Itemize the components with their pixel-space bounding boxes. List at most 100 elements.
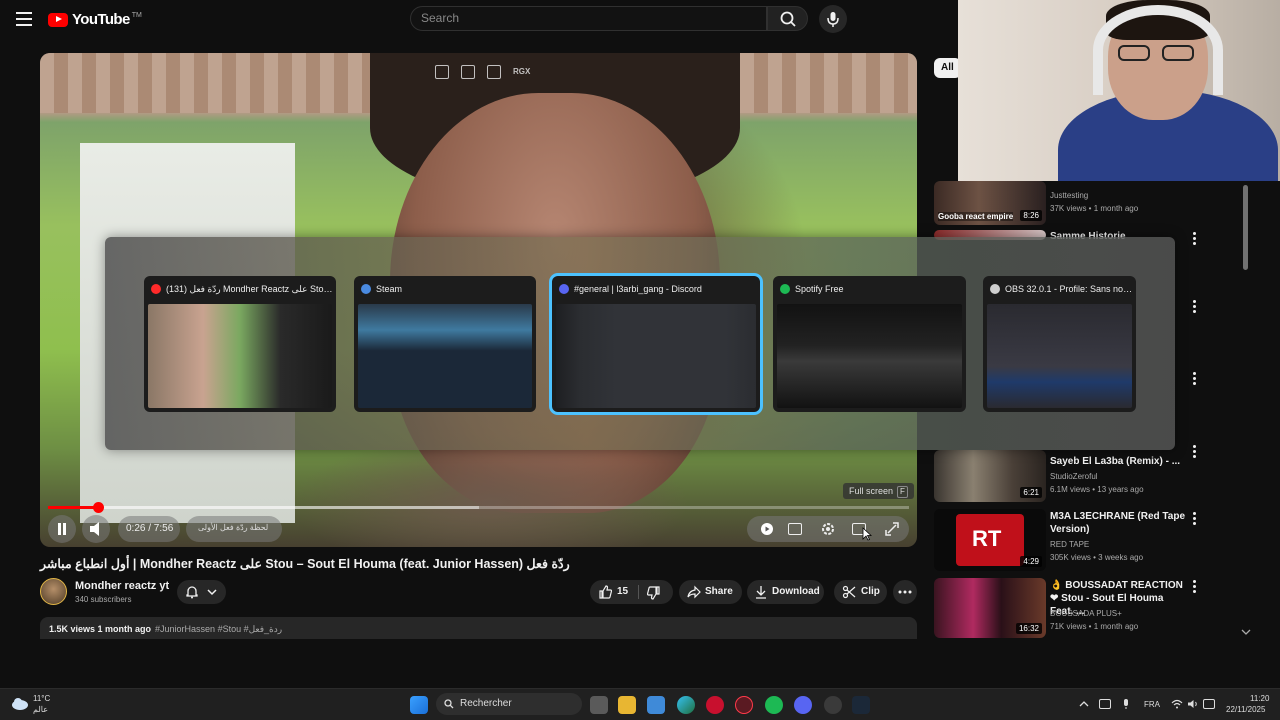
sync-icon[interactable] bbox=[1099, 699, 1111, 709]
recommendation-channel[interactable]: StudioZeroful bbox=[1050, 472, 1098, 481]
fullscreen-shortcut-key: F bbox=[897, 486, 908, 498]
video-duration: 16:32 bbox=[1015, 623, 1042, 634]
obs-icon[interactable] bbox=[824, 696, 842, 714]
volume-button[interactable] bbox=[82, 515, 110, 543]
rgx-label[interactable]: RGX bbox=[513, 65, 530, 79]
like-icon[interactable] bbox=[598, 585, 612, 599]
more-options-icon[interactable] bbox=[1193, 445, 1197, 458]
more-options-icon[interactable] bbox=[1193, 512, 1197, 525]
fullscreen-icon[interactable] bbox=[884, 521, 900, 537]
task-switcher: (131) ردّة فعل Mondher Reactz على Stou –… bbox=[105, 237, 1175, 450]
recommendation-meta: 6.1M views • 13 years ago bbox=[1050, 485, 1144, 494]
sidebar-scrollbar[interactable] bbox=[1243, 185, 1248, 270]
dislike-icon[interactable] bbox=[647, 586, 661, 600]
taskbar-search-label: Rechercher bbox=[460, 698, 512, 709]
chapter-title: لحظة ردّة فعل الأولى bbox=[198, 523, 269, 532]
download-label: Download bbox=[772, 586, 820, 597]
window-card-youtube[interactable]: (131) ردّة فعل Mondher Reactz على Stou –… bbox=[144, 276, 336, 412]
hamburger-menu-icon[interactable] bbox=[16, 12, 32, 26]
edge-browser-icon[interactable] bbox=[677, 696, 695, 714]
volume-icon[interactable] bbox=[1187, 699, 1199, 709]
steam-icon[interactable] bbox=[852, 696, 870, 714]
recommendation-thumbnail[interactable]: 16:32 bbox=[934, 578, 1046, 638]
more-actions-button[interactable] bbox=[893, 580, 917, 604]
clip-button[interactable]: Clip bbox=[834, 580, 887, 604]
recommendation-channel[interactable]: BOUSSADA PLUS+ bbox=[1050, 609, 1122, 618]
video-duration: 6:21 bbox=[1020, 487, 1042, 498]
recommendation-channel[interactable]: RED TAPE bbox=[1050, 540, 1089, 549]
search-icon bbox=[780, 11, 796, 27]
youtube-logo[interactable]: YouTube TM bbox=[48, 11, 142, 28]
subscriber-count: 340 subscribers bbox=[75, 595, 132, 604]
more-options-icon[interactable] bbox=[1193, 300, 1197, 313]
opera-browser-icon[interactable] bbox=[735, 696, 753, 714]
scroll-down-icon[interactable] bbox=[1241, 628, 1251, 636]
weather-cloud-icon[interactable] bbox=[10, 695, 30, 711]
video-title: أول انطباع مباشر | Mondher Reactz على St… bbox=[40, 557, 570, 571]
popout-icon[interactable] bbox=[435, 65, 449, 79]
export-icon[interactable] bbox=[461, 65, 475, 79]
recommendation-title[interactable]: Sayeb El La3ba (Remix) - ... bbox=[1050, 455, 1185, 468]
video-duration: 4:29 bbox=[1020, 556, 1042, 567]
recommendation-channel[interactable]: Justtesting bbox=[1050, 191, 1088, 200]
window-card-discord[interactable]: #general | l3arbi_gang - Discord bbox=[552, 276, 760, 412]
settings-gear-icon[interactable] bbox=[820, 521, 836, 537]
download-icon bbox=[756, 586, 766, 599]
clip-label: Clip bbox=[861, 586, 880, 597]
language-indicator[interactable]: FRA bbox=[1144, 700, 1160, 709]
search-button[interactable] bbox=[767, 6, 808, 31]
thumbnail-caption: Gooba react empire bbox=[938, 212, 1014, 221]
more-options-icon[interactable] bbox=[1193, 580, 1197, 593]
task-view-icon[interactable] bbox=[590, 696, 608, 714]
logo-text: YouTube bbox=[72, 11, 130, 28]
skip-icon[interactable] bbox=[487, 65, 501, 79]
microphone-icon bbox=[827, 12, 839, 27]
description-box[interactable]: 1.5K views 1 month ago #JuniorHassen #Sto… bbox=[40, 617, 917, 639]
voice-search-button[interactable] bbox=[819, 5, 847, 33]
more-options-icon[interactable] bbox=[1193, 372, 1197, 385]
taskbar-search[interactable]: Rechercher bbox=[436, 693, 582, 715]
filter-chip-all[interactable]: All bbox=[934, 58, 961, 78]
captions-icon[interactable] bbox=[788, 523, 802, 535]
notifications-button[interactable] bbox=[177, 580, 226, 604]
youtube-play-icon bbox=[48, 12, 68, 27]
progress-scrubber[interactable] bbox=[92, 502, 104, 513]
more-options-icon[interactable] bbox=[1193, 232, 1197, 245]
microsoft-store-icon[interactable] bbox=[647, 696, 665, 714]
spotify-icon[interactable] bbox=[765, 696, 783, 714]
channel-name[interactable]: Mondher reactz yt bbox=[75, 580, 169, 592]
hashtags[interactable]: #JuniorHassen #Stou #ردة_فعل bbox=[155, 624, 282, 634]
recommendation-title[interactable]: M3A L3ECHRANE (Red Tape Version) bbox=[1050, 510, 1185, 536]
clock-time[interactable]: 11:20 bbox=[1250, 694, 1269, 703]
recommendation-thumbnail[interactable]: 6:21 bbox=[934, 450, 1046, 502]
search-input[interactable]: Search bbox=[410, 6, 767, 31]
discord-icon[interactable] bbox=[794, 696, 812, 714]
download-button[interactable]: Download bbox=[747, 580, 824, 604]
window-card-steam[interactable]: Steam bbox=[354, 276, 536, 412]
recommendation-meta: 71K views • 1 month ago bbox=[1050, 622, 1139, 631]
weather-temperature[interactable]: 11°C bbox=[33, 694, 50, 703]
wifi-icon[interactable] bbox=[1171, 699, 1183, 709]
webcam-person bbox=[1018, 0, 1278, 181]
window-card-obs[interactable]: OBS 32.0.1 - Profile: Sans nom -... bbox=[983, 276, 1136, 412]
window-card-spotify[interactable]: Spotify Free bbox=[773, 276, 966, 412]
battery-icon[interactable] bbox=[1203, 699, 1215, 709]
window-thumbnail bbox=[556, 304, 756, 408]
recommendation-thumbnail[interactable]: RT 4:29 bbox=[934, 509, 1046, 571]
microphone-icon[interactable] bbox=[1121, 698, 1131, 710]
divider bbox=[638, 585, 639, 599]
chevron-up-icon[interactable] bbox=[1079, 700, 1089, 708]
channel-avatar[interactable] bbox=[40, 578, 67, 605]
file-explorer-icon[interactable] bbox=[618, 696, 636, 714]
clock-date[interactable]: 22/11/2025 bbox=[1226, 705, 1265, 714]
autoplay-icon[interactable] bbox=[760, 522, 774, 536]
share-button[interactable]: Share bbox=[679, 580, 742, 604]
window-title: Spotify Free bbox=[795, 284, 844, 294]
opera-gx-icon[interactable] bbox=[706, 696, 724, 714]
windows-start-icon[interactable] bbox=[410, 696, 428, 714]
bell-icon bbox=[186, 586, 198, 599]
glasses-icon bbox=[1118, 45, 1198, 63]
pause-button[interactable] bbox=[48, 515, 76, 543]
recommendation-thumbnail[interactable]: Gooba react empire 8:26 bbox=[934, 181, 1046, 225]
progress-bar[interactable] bbox=[48, 502, 909, 513]
